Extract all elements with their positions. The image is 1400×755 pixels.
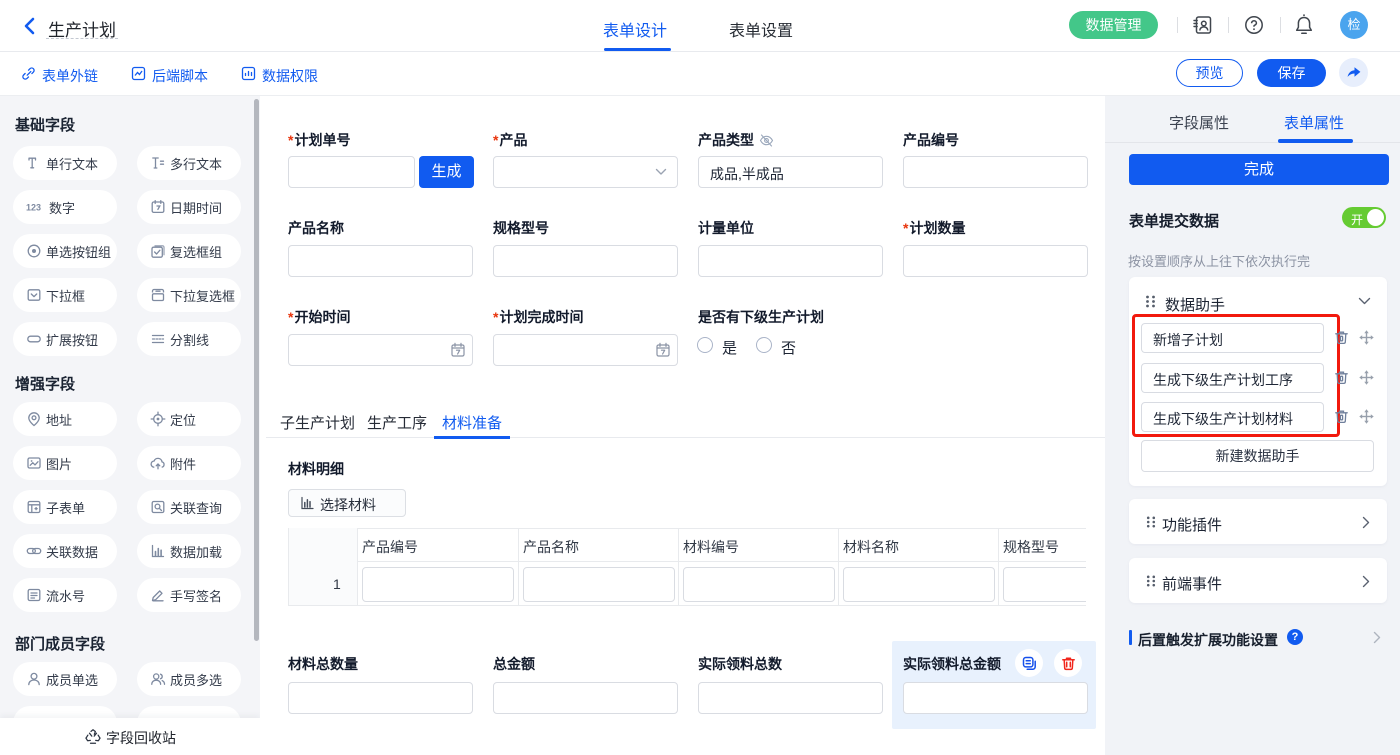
svg-text:123: 123 [26,203,41,213]
